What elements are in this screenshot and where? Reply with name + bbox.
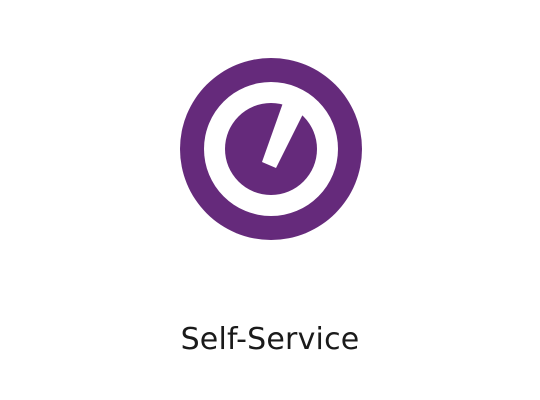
self-service-app-tile[interactable]: Self-Service bbox=[0, 0, 540, 400]
app-label: Self-Service bbox=[180, 322, 360, 357]
self-service-app-icon[interactable] bbox=[180, 58, 362, 240]
